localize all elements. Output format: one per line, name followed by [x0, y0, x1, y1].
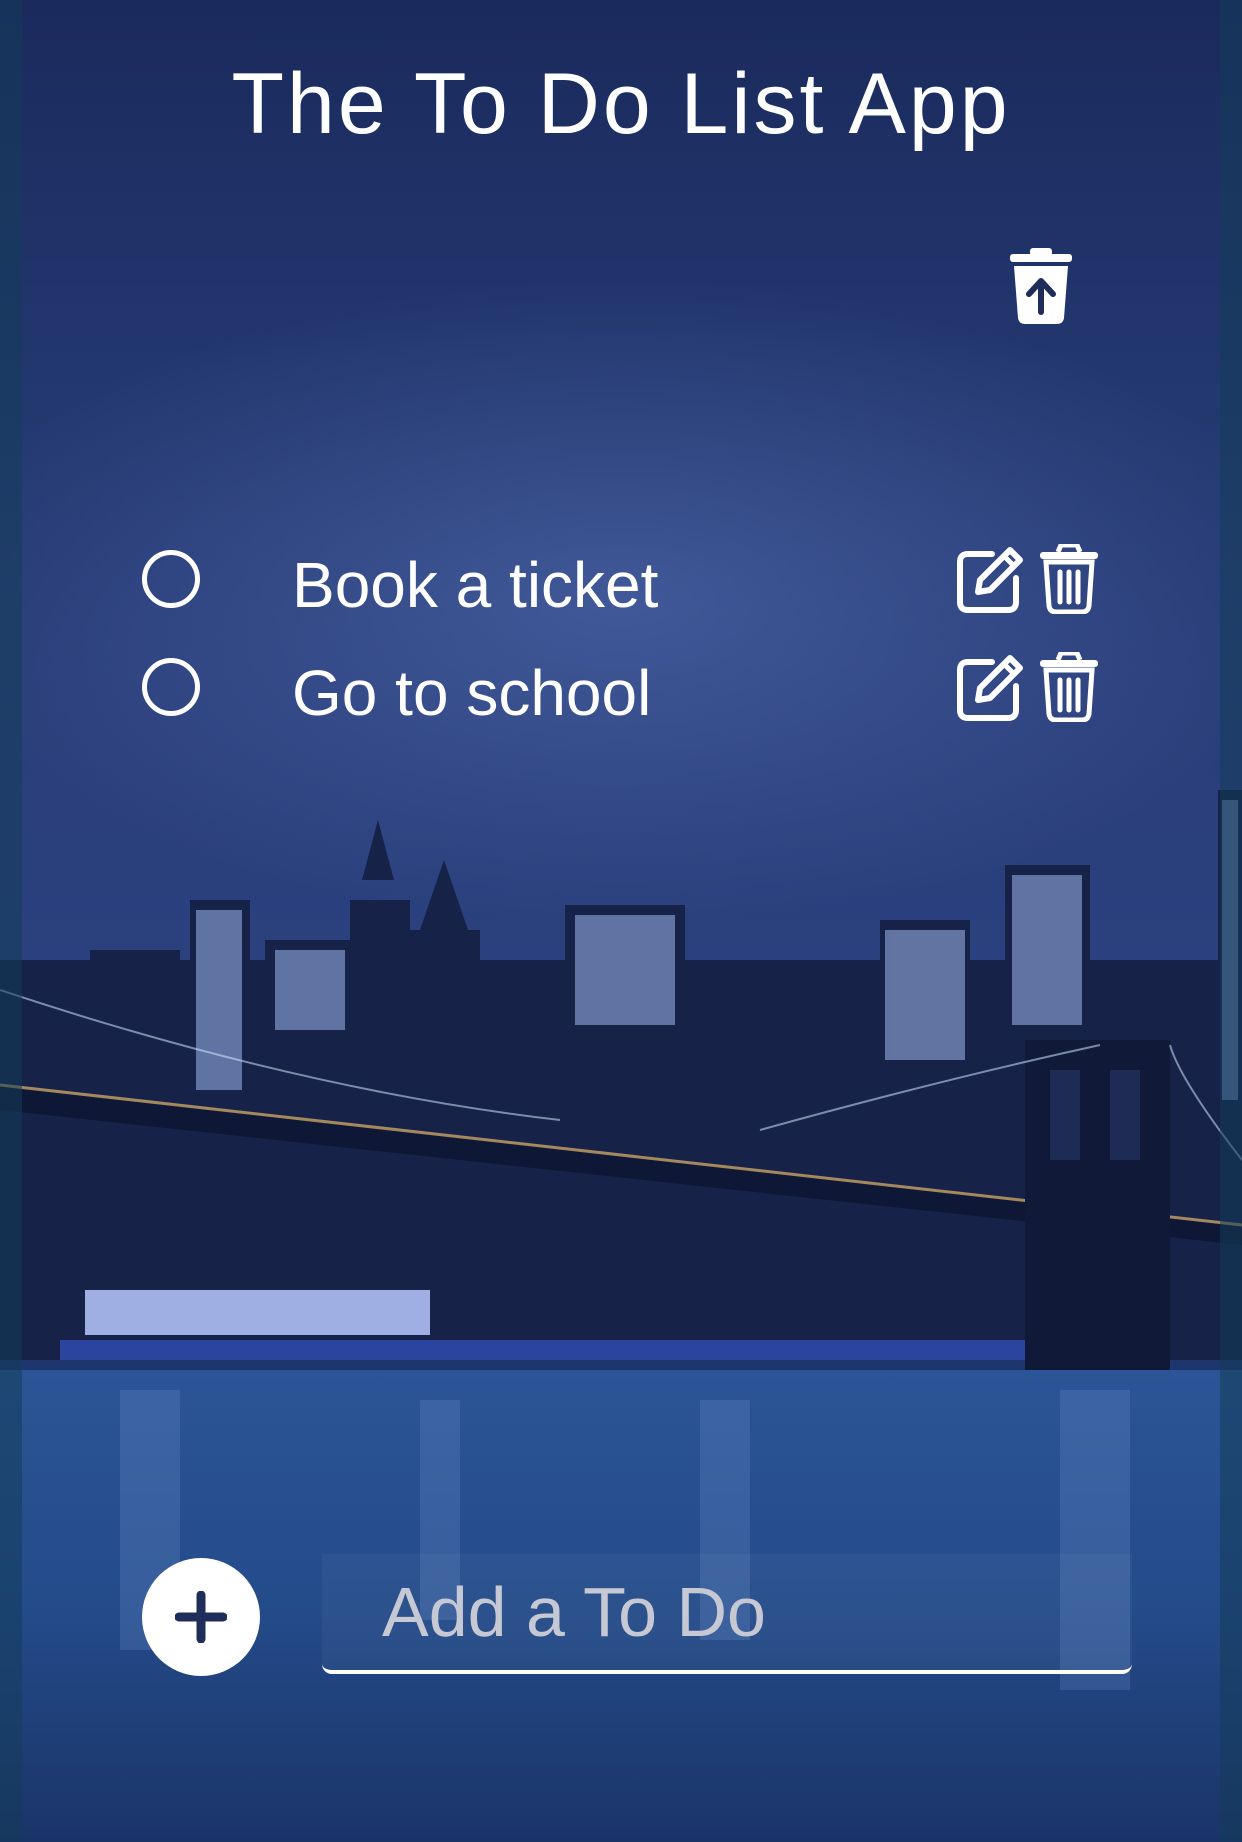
left-edge-overlay — [0, 0, 22, 1842]
complete-checkbox[interactable] — [142, 658, 200, 716]
app-screen: The To Do List App Book a ticket Go to s… — [0, 0, 1242, 1842]
complete-checkbox[interactable] — [142, 550, 200, 608]
trash-icon[interactable] — [1040, 652, 1098, 722]
add-todo-button[interactable] — [142, 1558, 260, 1676]
edit-icon[interactable] — [956, 546, 1024, 614]
trash-arrow-up-icon[interactable] — [1010, 248, 1072, 324]
right-edge-overlay — [1220, 0, 1242, 1842]
page-title: The To Do List App — [231, 56, 1011, 152]
add-todo-input[interactable] — [322, 1554, 1132, 1674]
trash-icon[interactable] — [1040, 544, 1098, 614]
plus-icon — [175, 1591, 227, 1643]
list-item: Go to school — [138, 650, 1108, 730]
edit-icon[interactable] — [956, 654, 1024, 722]
todo-text: Go to school — [292, 657, 652, 729]
list-item: Book a ticket — [138, 542, 1108, 622]
todo-text: Book a ticket — [292, 549, 659, 621]
